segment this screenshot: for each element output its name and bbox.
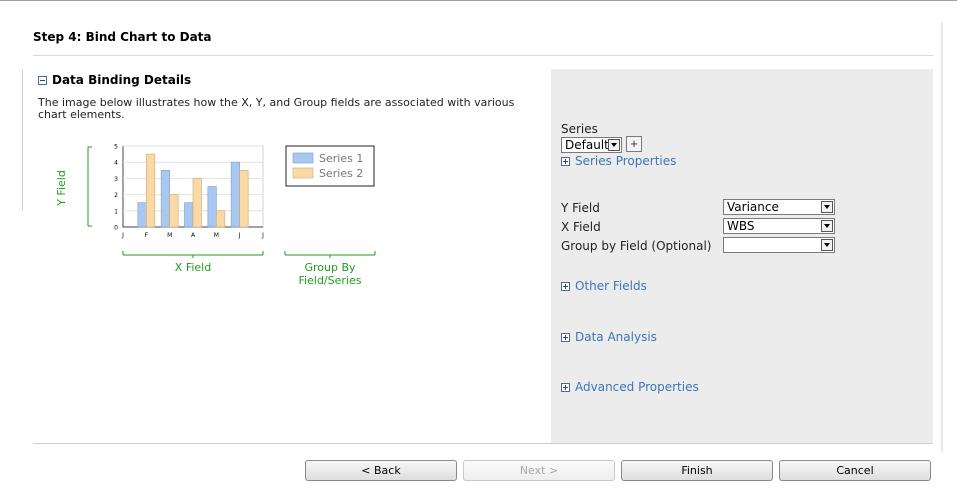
advanced-properties-label: Advanced Properties	[575, 380, 699, 394]
group-field-select[interactable]	[723, 237, 835, 253]
y-field-select[interactable]: Variance	[723, 199, 835, 215]
x-field-label: X Field	[175, 261, 211, 274]
bar-series-1	[160, 169, 170, 228]
y-field-value: Variance	[727, 200, 779, 214]
expand-icon[interactable]	[561, 281, 570, 291]
y-tick-label: 4	[114, 160, 118, 167]
bar-series-1	[207, 186, 217, 228]
series-select-value: Default	[565, 138, 609, 152]
binding-illustration: Y Field 0 1 2 3 4 5 J F M A M J J Series 1 Series 2…	[55, 144, 376, 287]
bar-series-2	[239, 169, 249, 228]
section-title: Data Binding Details	[52, 73, 192, 87]
expand-icon[interactable]	[561, 332, 570, 342]
series-label: Series	[561, 122, 598, 136]
group-label-line2: Field/Series	[299, 274, 362, 287]
y-tick-label: 3	[114, 176, 118, 183]
bar-series-1	[230, 161, 240, 228]
x-tick-label: J	[238, 232, 241, 239]
step-title: Step 4: Bind Chart to Data	[33, 30, 212, 44]
data-analysis-link[interactable]: Data Analysis	[561, 330, 657, 344]
add-series-button[interactable]: +	[626, 136, 642, 152]
expand-icon[interactable]	[561, 156, 570, 166]
bar-series-2	[169, 194, 179, 228]
x-tick-label: M	[167, 232, 172, 239]
legend-label-series-2: Series 2	[319, 167, 363, 180]
bar-series-1	[184, 202, 194, 228]
data-analysis-label: Data Analysis	[575, 330, 657, 344]
cancel-button[interactable]: Cancel	[779, 460, 931, 481]
collapse-icon[interactable]	[38, 75, 47, 85]
divider	[33, 55, 933, 56]
x-field-bracket	[122, 251, 264, 258]
x-tick-label: J	[121, 232, 124, 239]
x-field-select[interactable]: WBS	[723, 218, 835, 234]
section-description: The image below illustrates how the X, Y…	[38, 96, 515, 121]
y-tick-label: 5	[114, 144, 118, 151]
series-select[interactable]: Default	[561, 137, 622, 153]
other-fields-label: Other Fields	[575, 279, 647, 293]
legend-swatch-series-2	[292, 167, 314, 179]
y-tick-label: 0	[114, 225, 118, 232]
section-header[interactable]: Data Binding Details	[38, 73, 191, 87]
advanced-properties-link[interactable]: Advanced Properties	[561, 380, 699, 394]
bar-series-2	[216, 210, 226, 228]
x-tick-label: F	[145, 232, 149, 239]
chevron-down-icon[interactable]	[821, 220, 833, 232]
series-properties-link[interactable]: Series Properties	[561, 154, 676, 168]
back-button[interactable]: < Back	[305, 460, 457, 481]
y-tick-label: 1	[114, 208, 118, 215]
chevron-down-icon[interactable]	[821, 201, 833, 213]
bar-series-2	[146, 153, 156, 228]
group-field-label: Group by Field (Optional)	[561, 239, 712, 253]
window-top-border	[0, 0, 957, 1]
next-button[interactable]: Next >	[463, 460, 615, 481]
chevron-down-icon[interactable]	[821, 239, 833, 251]
y-field-label: Y Field	[55, 170, 68, 207]
x-tick-labels: JFMAMJJ	[121, 232, 264, 239]
other-fields-link[interactable]: Other Fields	[561, 279, 647, 293]
series-properties-label: Series Properties	[575, 154, 677, 168]
x-tick-label: J	[261, 232, 264, 239]
y-tick-labels: 0 1 2 3 4 5	[114, 144, 118, 232]
divider	[33, 443, 933, 444]
x-tick-label: A	[191, 232, 196, 239]
group-label-line1: Group By	[304, 261, 356, 274]
y-field-label: Y Field	[561, 201, 600, 215]
chevron-down-icon[interactable]	[608, 139, 620, 151]
bar-series-1	[137, 202, 147, 228]
finish-button[interactable]: Finish	[621, 460, 773, 481]
group-bracket	[284, 251, 376, 258]
scroll-track	[941, 22, 943, 452]
expand-icon[interactable]	[561, 382, 570, 392]
divider	[22, 70, 23, 210]
y-tick-label: 2	[114, 192, 118, 199]
x-field-value: WBS	[727, 219, 755, 233]
y-field-bracket	[87, 146, 92, 227]
bar-series-2	[192, 178, 202, 228]
x-tick-label: M	[214, 232, 219, 239]
x-field-label: X Field	[561, 220, 601, 234]
legend-swatch-series-1	[292, 152, 314, 164]
legend-label-series-1: Series 1	[319, 152, 363, 165]
